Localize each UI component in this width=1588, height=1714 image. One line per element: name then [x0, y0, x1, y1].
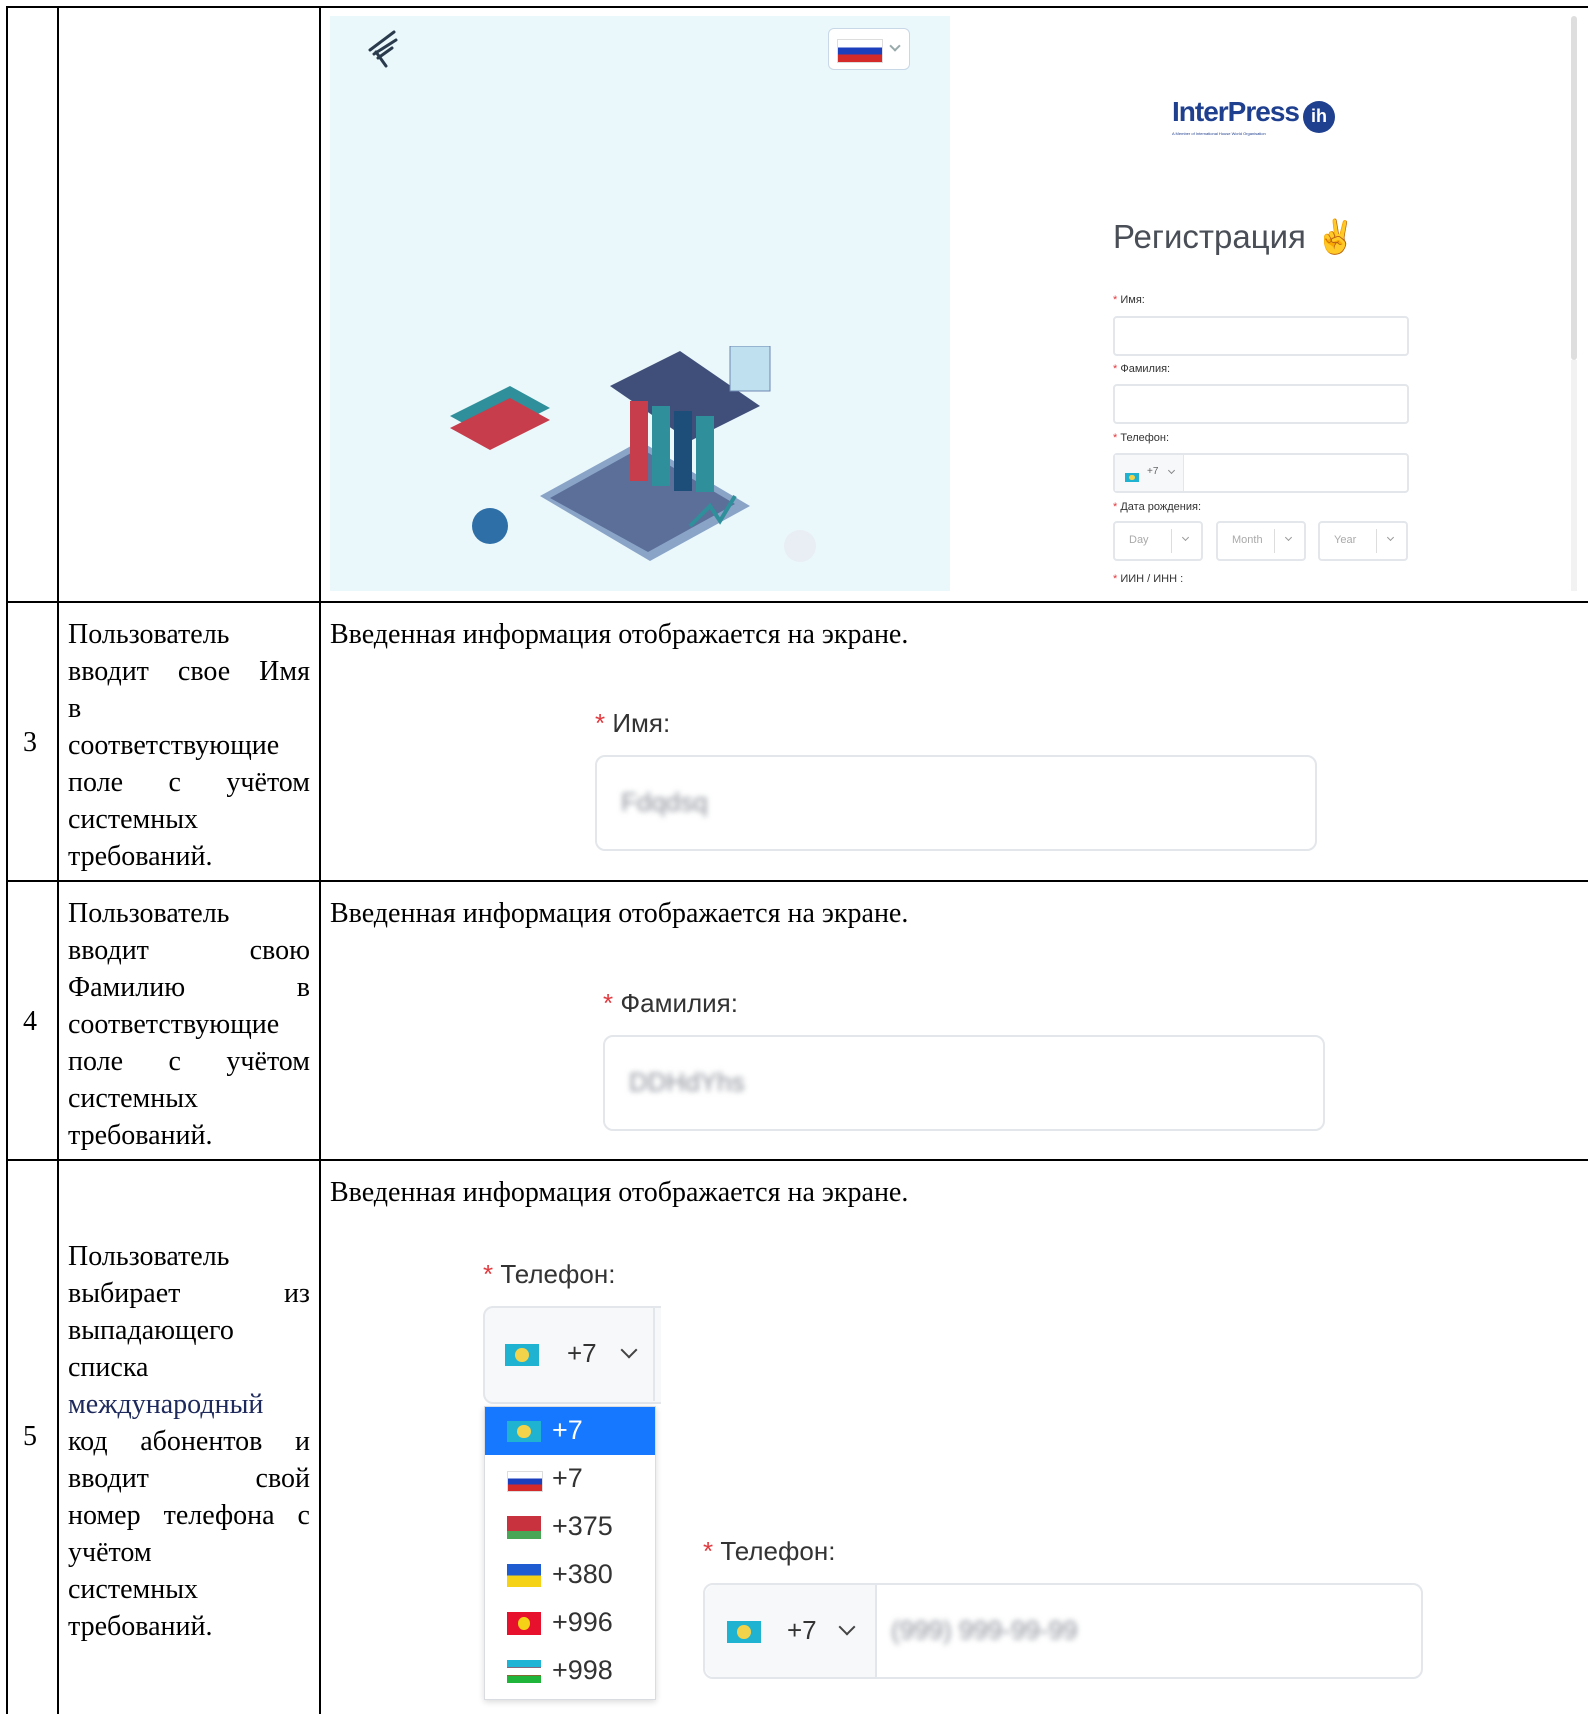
first-name-input[interactable]	[1113, 316, 1409, 356]
phone-code-select[interactable]: +7	[705, 1585, 877, 1677]
hummingbird-logo-icon	[368, 30, 398, 68]
dropdown-option-uz[interactable]: +998	[485, 1647, 655, 1695]
chevron-down-icon	[1386, 533, 1395, 542]
expected-result: Введенная информация отображается на экр…	[330, 1177, 909, 1208]
dropdown-option-label: +7	[552, 1463, 583, 1493]
phone-code-value: +7	[1147, 466, 1159, 477]
dropdown-edge	[653, 1306, 655, 1401]
step-description: Пользователь вводит свое Имя в соответст…	[68, 619, 310, 872]
scrollbar-track	[1571, 360, 1577, 591]
dropdown-option-ua[interactable]: +380	[485, 1551, 655, 1599]
phone-field-label: * Телефон:	[703, 1536, 836, 1566]
birthdate-label: * Дата рождения:	[1113, 501, 1201, 513]
kazakhstan-flag-icon	[727, 1621, 761, 1643]
name-field-value: Fdqdsq	[621, 787, 708, 817]
name-field[interactable]: Fdqdsq	[595, 755, 1317, 851]
uzbekistan-flag-icon	[507, 1660, 541, 1683]
day-placeholder: Day	[1129, 534, 1149, 546]
phone-code-select[interactable]: +7	[483, 1306, 661, 1404]
step-description: Пользователь выбирает из выпадающего спи…	[68, 1241, 310, 1642]
scrollbar[interactable]	[1571, 16, 1577, 360]
dropdown-option-label: +996	[552, 1607, 613, 1637]
phone-input-group: +7	[1113, 453, 1409, 493]
expected-result: Введенная информация отображается на экр…	[330, 619, 909, 650]
expected-result: Введенная информация отображается на экр…	[330, 898, 909, 929]
surname-field[interactable]: DDHdYhs	[603, 1035, 1325, 1131]
surname-field-value: DDHdYhs	[629, 1067, 745, 1097]
name-field-label: * Имя:	[595, 708, 671, 738]
day-select[interactable]: Day	[1113, 521, 1203, 561]
row-divider-2	[6, 880, 1588, 882]
iin-label: * ИИН / ИНН :	[1113, 573, 1184, 585]
chevron-down-icon	[1181, 533, 1190, 542]
dropdown-option-ru[interactable]: +7	[485, 1455, 655, 1503]
dropdown-option-label: +998	[552, 1655, 613, 1685]
registration-screenshot: InterPress ih A Member of International …	[330, 16, 1580, 591]
brand-tagline: A Member of International House World Or…	[1172, 131, 1266, 137]
phone-code-select[interactable]: +7	[1115, 455, 1184, 491]
country-code-dropdown: +7 +7 +375 +380 +996 +998	[484, 1406, 656, 1700]
illustration-panel	[330, 16, 950, 591]
col-divider-1	[57, 6, 59, 1714]
brand-name: InterPress	[1172, 96, 1300, 127]
dropdown-option-kz[interactable]: +7	[485, 1407, 655, 1455]
table-top-border	[6, 6, 1588, 8]
step-description: Пользователь вводит свою Фамилию в соотв…	[68, 898, 310, 1151]
step-number: 3	[23, 727, 37, 758]
col-divider-2	[319, 6, 321, 1714]
phone-label: * Телефон:	[1113, 432, 1170, 444]
dropdown-option-label: +375	[552, 1511, 613, 1541]
surname-field-label: * Фамилия:	[603, 988, 738, 1018]
education-illustration	[450, 346, 816, 562]
kazakhstan-flag-icon	[1125, 473, 1139, 482]
chevron-down-icon	[838, 1618, 856, 1636]
chevron-down-icon	[620, 1341, 638, 1359]
ukraine-flag-icon	[507, 1564, 541, 1587]
first-name-label: * Имя:	[1113, 294, 1145, 306]
select-divider	[1376, 529, 1377, 553]
russia-flag-icon	[507, 1471, 543, 1492]
registration-heading: Регистрация ✌	[1113, 218, 1356, 257]
brand-logo: InterPress ih A Member of International …	[1172, 96, 1335, 136]
phone-field-label: * Телефон:	[483, 1259, 616, 1289]
year-placeholder: Year	[1334, 534, 1357, 546]
dropdown-option-by[interactable]: +375	[485, 1503, 655, 1551]
selected-code: +7	[567, 1338, 597, 1368]
step-number: 4	[23, 1006, 37, 1037]
year-select[interactable]: Year	[1318, 521, 1408, 561]
belarus-flag-icon	[507, 1516, 541, 1539]
kazakhstan-flag-icon	[505, 1344, 539, 1366]
dropdown-option-label: +380	[552, 1559, 613, 1589]
table-left-border	[6, 6, 8, 1714]
row-divider-1	[6, 601, 1588, 603]
victory-hand-icon: ✌	[1315, 218, 1357, 255]
selected-code: +7	[787, 1615, 817, 1645]
phone-number-value[interactable]: (999) 999-99-99	[891, 1615, 1077, 1646]
dropdown-option-kg[interactable]: +996	[485, 1599, 655, 1647]
dropdown-option-label: +7	[552, 1415, 583, 1445]
russia-flag-icon	[837, 39, 883, 63]
last-name-label: * Фамилия:	[1113, 363, 1171, 375]
language-selector[interactable]	[828, 28, 910, 70]
select-divider	[1274, 529, 1275, 553]
kazakhstan-flag-icon	[507, 1421, 541, 1442]
chevron-down-icon	[889, 40, 901, 52]
brand-badge: ih	[1302, 101, 1335, 134]
registration-heading-text: Регистрация	[1113, 218, 1306, 255]
chevron-down-icon	[1284, 533, 1293, 542]
kyrgyzstan-flag-icon	[507, 1612, 541, 1635]
step-number: 5	[23, 1421, 37, 1452]
chevron-down-icon	[1167, 466, 1176, 475]
last-name-input[interactable]	[1113, 384, 1409, 424]
phone-field: +7 (999) 999-99-99	[703, 1583, 1423, 1679]
select-divider	[1171, 529, 1172, 553]
row-divider-3	[6, 1159, 1588, 1161]
month-placeholder: Month	[1232, 534, 1263, 546]
month-select[interactable]: Month	[1216, 521, 1306, 561]
